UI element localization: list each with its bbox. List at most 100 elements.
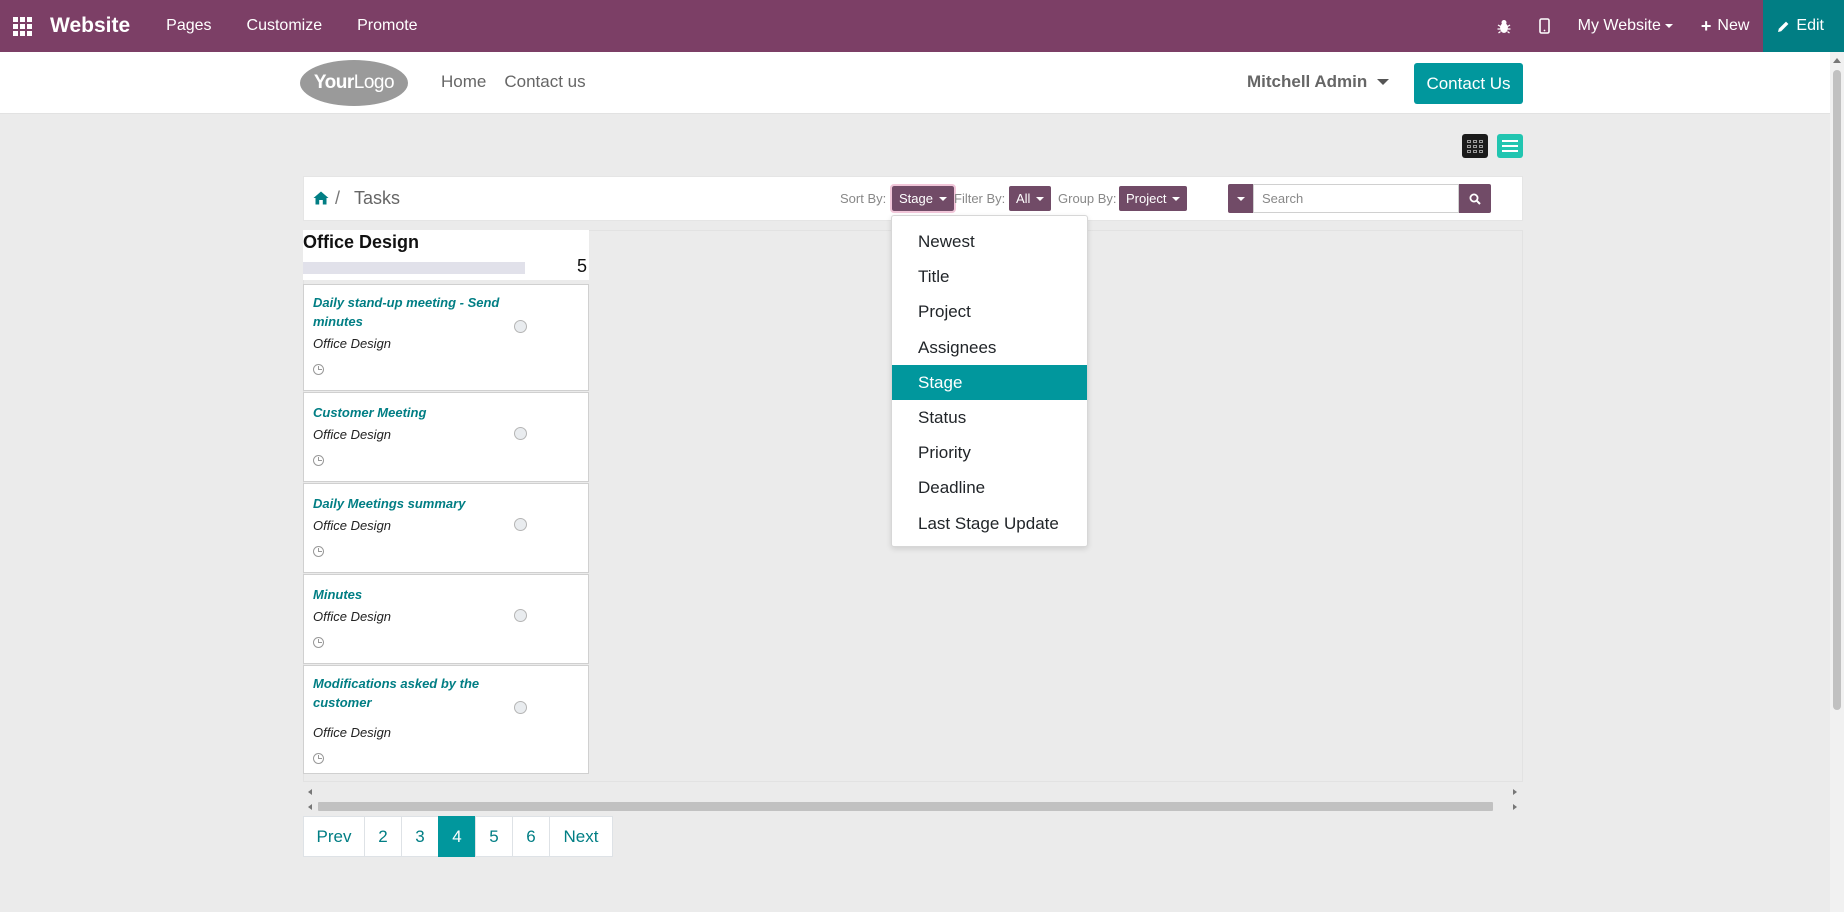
clock-icon — [313, 455, 324, 466]
sort-option-priority[interactable]: Priority — [892, 435, 1087, 470]
kanban-state-icon[interactable] — [514, 427, 527, 440]
my-website-dropdown[interactable]: My Website — [1564, 0, 1687, 52]
sort-by-value: Stage — [899, 191, 933, 206]
app-name[interactable]: Website — [50, 14, 130, 38]
pager-page[interactable]: 2 — [364, 816, 402, 857]
kanban-card[interactable]: Daily stand-up meeting - Send minutes Of… — [303, 284, 589, 391]
chevron-down-icon — [1664, 24, 1673, 28]
card-project: Office Design — [313, 336, 392, 351]
clock-icon — [313, 364, 324, 375]
group-by-label: Group By: — [1058, 191, 1117, 206]
breadcrumb-current: Tasks — [354, 188, 401, 208]
pager-page[interactable]: 5 — [475, 816, 513, 857]
card-title[interactable]: Modifications asked by the customer — [313, 674, 503, 712]
card-title[interactable]: Daily stand-up meeting - Send minutes — [313, 293, 503, 331]
new-label: New — [1717, 17, 1750, 34]
kanban-card[interactable]: Daily Meetings summary Office Design — [303, 483, 589, 573]
column-progress-bar — [303, 262, 525, 274]
kanban-state-icon[interactable] — [514, 701, 527, 714]
apps-menu-icon[interactable] — [0, 0, 44, 52]
card-project: Office Design — [313, 725, 392, 740]
site-logo[interactable]: Your Logo — [300, 60, 408, 106]
site-nav: Home Contact us — [441, 72, 586, 92]
home-icon[interactable] — [313, 191, 329, 205]
filter-by-value: All — [1016, 191, 1031, 206]
logo-text-bold: Your — [313, 72, 354, 93]
new-button[interactable]: + New — [1687, 0, 1764, 52]
filter-by-label: Filter By: — [954, 191, 1006, 206]
kanban-state-icon[interactable] — [514, 609, 527, 622]
sort-option-assignees[interactable]: Assignees — [892, 330, 1087, 365]
group-by-value: Project — [1126, 191, 1167, 206]
horizontal-scrollbar[interactable] — [303, 785, 1523, 815]
nav-contact-us[interactable]: Contact us — [504, 72, 585, 92]
pager-page-current[interactable]: 4 — [438, 816, 476, 857]
sort-option-deadline[interactable]: Deadline — [892, 470, 1087, 505]
kanban-column-header: 5 — [303, 254, 589, 280]
search-icon — [1469, 193, 1481, 205]
grid-view-toggle-icon[interactable] — [1462, 134, 1488, 158]
menu-promote[interactable]: Promote — [357, 17, 417, 35]
column-count: 5 — [576, 256, 587, 276]
pager-prev[interactable]: Prev — [303, 816, 365, 857]
vertical-scrollbar[interactable] — [1830, 52, 1844, 912]
search-filter-dropdown[interactable] — [1228, 184, 1253, 213]
scroll-right-arrow-icon[interactable] — [1513, 804, 1517, 810]
kanban-card[interactable]: Customer Meeting Office Design — [303, 392, 589, 482]
my-website-label: My Website — [1577, 17, 1661, 34]
pager-next[interactable]: Next — [549, 816, 613, 857]
sort-option-status[interactable]: Status — [892, 400, 1087, 435]
sort-option-title[interactable]: Title — [892, 259, 1087, 294]
kanban-state-icon[interactable] — [514, 320, 527, 333]
card-title[interactable]: Daily Meetings summary — [313, 494, 503, 513]
sort-option-stage[interactable]: Stage — [892, 365, 1087, 400]
sort-by-dropdown[interactable]: Stage — [890, 184, 956, 213]
kanban-column-title: Office Design — [303, 230, 589, 254]
scroll-up-arrow-icon[interactable] — [1833, 58, 1841, 63]
scroll-left-arrow-icon[interactable] — [308, 804, 312, 810]
nav-home[interactable]: Home — [441, 72, 486, 92]
pager-page[interactable]: 6 — [512, 816, 550, 857]
contact-us-button[interactable]: Contact Us — [1414, 63, 1523, 104]
sort-option-project[interactable]: Project — [892, 294, 1087, 329]
chevron-down-icon — [1036, 196, 1045, 201]
card-title[interactable]: Customer Meeting — [313, 403, 503, 422]
search-button[interactable] — [1459, 184, 1491, 213]
group-by-dropdown[interactable]: Project — [1119, 186, 1188, 211]
menu-pages[interactable]: Pages — [166, 17, 211, 35]
chevron-down-icon — [1377, 79, 1390, 85]
card-project: Office Design — [313, 427, 392, 442]
chevron-down-icon — [1172, 196, 1181, 201]
pagination: Prev 2 3 4 5 6 Next — [303, 816, 613, 857]
breadcrumb-separator: / — [335, 188, 341, 208]
edit-label: Edit — [1796, 17, 1824, 34]
filter-by-dropdown[interactable]: All — [1009, 186, 1052, 211]
card-project: Office Design — [313, 609, 392, 624]
card-title[interactable]: Minutes — [313, 585, 503, 604]
scroll-right-arrow-icon[interactable] — [1513, 789, 1517, 795]
card-project: Office Design — [313, 518, 392, 533]
mobile-preview-icon[interactable] — [1525, 0, 1564, 52]
sort-option-newest[interactable]: Newest — [892, 224, 1087, 259]
clock-icon — [313, 546, 324, 557]
kanban-card[interactable]: Modifications asked by the customer Offi… — [303, 665, 589, 774]
admin-navbar: Website Pages Customize Promote My Websi… — [0, 0, 1844, 52]
sort-option-last-stage-update[interactable]: Last Stage Update — [892, 506, 1087, 541]
kanban-card[interactable]: Minutes Office Design — [303, 574, 589, 664]
scrollbar-thumb[interactable] — [1833, 70, 1841, 710]
kanban-state-icon[interactable] — [514, 518, 527, 531]
chevron-down-icon — [1236, 196, 1245, 201]
edit-button[interactable]: Edit — [1763, 0, 1844, 52]
chevron-down-icon — [938, 196, 947, 201]
search-input[interactable] — [1253, 184, 1459, 213]
menu-customize[interactable]: Customize — [247, 17, 323, 35]
debug-bug-icon[interactable] — [1483, 0, 1525, 52]
user-menu[interactable]: Mitchell Admin — [1247, 72, 1390, 92]
scroll-left-arrow-icon[interactable] — [308, 789, 312, 795]
user-name: Mitchell Admin — [1247, 72, 1368, 91]
scrollbar-thumb[interactable] — [318, 802, 1493, 811]
pager-page[interactable]: 3 — [401, 816, 439, 857]
sort-by-label: Sort By: — [840, 191, 887, 206]
list-view-toggle-icon[interactable] — [1497, 134, 1523, 158]
logo-text: Logo — [353, 72, 395, 93]
